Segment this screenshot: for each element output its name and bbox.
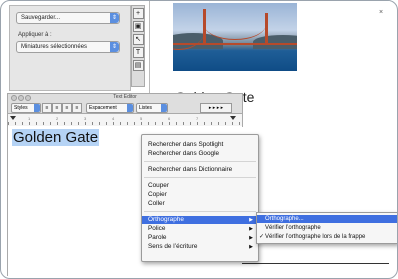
golden-gate-photo[interactable] [173,3,297,71]
menu-separator [144,161,256,162]
ruler-number: 5 [140,116,143,121]
submenu-arrow-icon: ▶ [249,244,253,250]
align-right-button[interactable]: ≡ [62,103,72,113]
menu-item-label: Parole [148,234,167,241]
ruler-number: 7 [196,116,199,121]
submenu-item-check-spelling[interactable]: Vérifier l’orthographe [257,224,397,232]
ruler-number: 2 [56,116,59,121]
chevron-down-icon: ⇕ [110,42,119,52]
checkmark-icon: ✓ [259,234,265,240]
spacing-select-label: Espacement [89,105,117,111]
submenu-arrow-icon: ▶ [249,226,253,232]
chevron-down-icon [127,104,133,112]
justify-button[interactable]: ≡ [72,103,82,113]
align-left-button[interactable]: ≡ [42,103,52,113]
menu-item-label: Coller [148,200,165,207]
ruler-number: 4 [112,116,115,121]
menu-item-label: Rechercher dans Spotlight [148,141,224,148]
add-icon[interactable]: + [132,8,144,19]
spacing-select[interactable]: Espacement [86,103,134,113]
apply-select[interactable]: Miniatures sélectionnées ⇕ [16,41,120,53]
styles-select-label: Styles [14,105,28,111]
tab-marker-icon[interactable] [230,116,236,120]
menu-item-spotlight[interactable]: Rechercher dans Spotlight [142,141,258,149]
menu-item-dictionary[interactable]: Rechercher dans Dictionnaire [142,166,258,174]
submenu-arrow-icon: ▶ [249,217,253,223]
frame-icon[interactable]: ▣ [132,21,144,32]
submenu-item-label: Vérifier l’orthographe lors de la frappe [265,234,366,240]
lists-select[interactable]: Listes [136,103,168,113]
apply-label: Appliquer à : [18,32,52,38]
menu-separator [144,177,256,178]
hill-shape [253,35,297,49]
pointer-icon[interactable]: ↖ [132,34,144,45]
tool-palette: + ▣ ↖ T ▤ [131,5,145,87]
submenu-item-label: Orthographe... [265,216,304,222]
submenu-item-check-while-typing[interactable]: ✓ Vérifier l’orthographe lors de la frap… [257,233,397,241]
menu-item-spelling[interactable]: Orthographe ▶ [142,216,258,224]
menu-item-font[interactable]: Police ▶ [142,225,258,233]
submenu-arrow-icon: ▶ [249,235,253,241]
editor-title: Text Editor [113,94,137,100]
bridge-cable [204,9,266,40]
menu-item-label: Sens de l’écriture [148,243,198,250]
ruler-number: 6 [168,116,171,121]
menu-item-label: Copier [148,191,167,198]
bridge-tower [265,13,268,45]
menu-item-label: Police [148,225,166,232]
menu-item-label: Couper [148,182,169,189]
ruler-number: 1 [28,116,31,121]
bridge-deck [173,43,297,45]
menu-item-label: Rechercher dans Google [148,150,220,157]
tab-marker-icon[interactable] [10,116,16,120]
chevron-down-icon [161,104,167,112]
menu-item-cut[interactable]: Couper [142,182,258,190]
save-select[interactable]: Sauvegarder... ⇕ [16,12,120,24]
menu-item-paste[interactable]: Coller [142,200,258,208]
menu-item-label: Orthographe [148,216,184,223]
save-select-label: Sauvegarder... [21,15,61,21]
submenu-item-label: Vérifier l’orthographe [265,225,321,231]
menu-item-label: Rechercher dans Dictionnaire [148,166,233,173]
menu-item-writing-direction[interactable]: Sens de l’écriture ▶ [142,243,258,251]
tab-stops-icon[interactable]: ▸ ▸ ▸ ▸ [200,103,232,113]
spelling-submenu: Orthographe... Vérifier l’orthographe ✓ … [256,212,397,244]
chevron-down-icon [34,104,40,112]
image-tool-icon[interactable]: ▤ [132,60,144,71]
selected-text[interactable]: Golden Gate [12,129,100,146]
menu-separator [144,211,256,212]
apply-select-label: Miniatures sélectionnées [21,44,88,50]
align-center-button[interactable]: ≡ [52,103,62,113]
lists-select-label: Listes [139,105,153,111]
text-editor-toolbar: Text Editor Styles ≡ ≡ ≡ ≡ Espacement Li… [7,93,243,114]
menu-item-speech[interactable]: Parole ▶ [142,234,258,242]
menu-item-google[interactable]: Rechercher dans Google [142,150,258,158]
screenshot-frame: Sauvegarder... ⇕ Appliquer à : Miniature… [0,0,398,279]
close-icon[interactable]: × [379,9,383,16]
inspector-panel: Sauvegarder... ⇕ Appliquer à : Miniature… [9,5,131,91]
context-menu: Rechercher dans Spotlight Rechercher dan… [141,134,259,262]
chevron-down-icon: ⇕ [110,13,119,23]
ruler[interactable]: 1 2 3 4 5 6 7 [7,113,243,127]
submenu-item-spelling-panel[interactable]: Orthographe... [257,215,397,223]
styles-select[interactable]: Styles [11,103,41,113]
menu-item-copy[interactable]: Copier [142,191,258,199]
ruler-number: 3 [84,116,87,121]
text-tool-icon[interactable]: T [132,47,144,58]
